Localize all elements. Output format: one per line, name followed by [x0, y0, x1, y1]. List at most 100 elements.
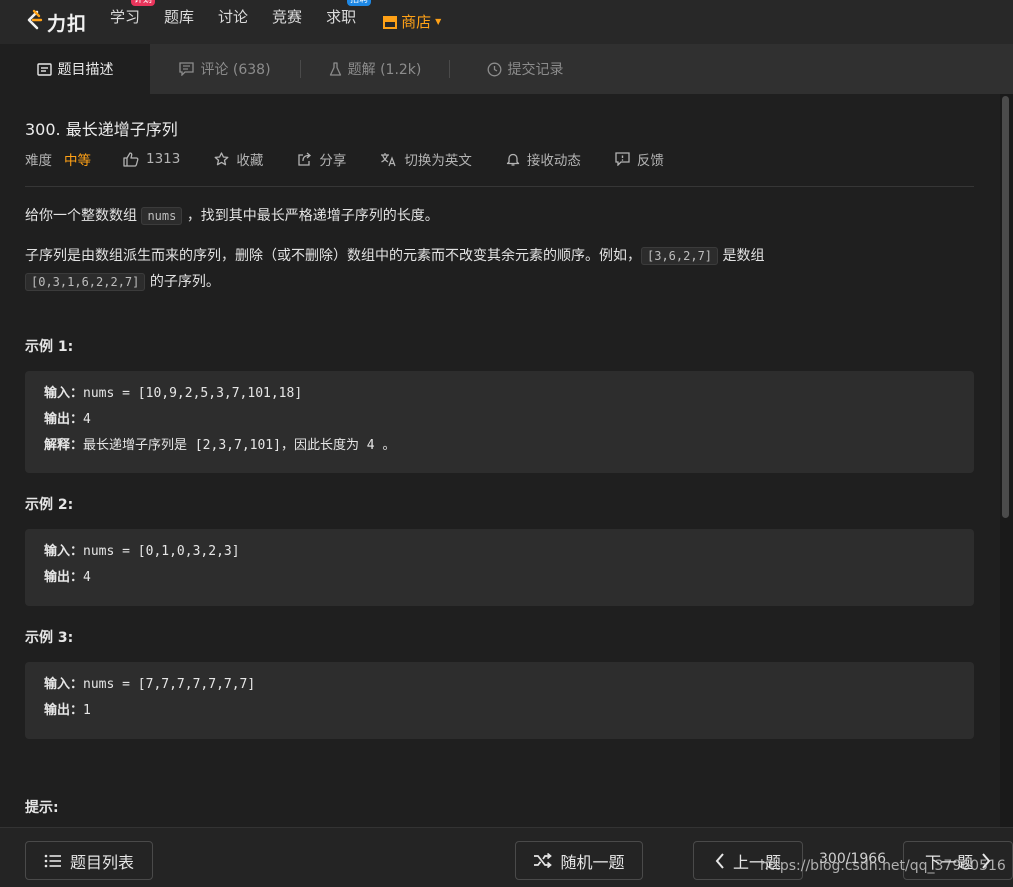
like-button[interactable]: 1313 — [123, 151, 180, 167]
explanation-label: 解释： — [44, 438, 84, 453]
switch-language-label: 切换为英文 — [404, 153, 472, 169]
nav-jobs[interactable]: 求职 招聘 — [326, 0, 372, 44]
like-count: 1313 — [146, 151, 181, 167]
output-value: 4 — [83, 570, 91, 585]
example-1-block: 输入：nums = [10,9,2,5,3,7,101,18] 输出：4 解释：… — [25, 371, 974, 473]
nav-contest[interactable]: 竞赛 — [272, 0, 302, 44]
problem-description-panel: 300. 最长递增子序列 难度 中等 1313 收藏 分享 切换为英文 接收动态… — [0, 94, 1000, 827]
divider — [25, 186, 974, 187]
example-2-block: 输入：nums = [0,1,0,3,2,3] 输出：4 — [25, 529, 974, 606]
comment-icon — [179, 62, 195, 76]
problem-list-label: 题目列表 — [69, 852, 134, 872]
nav-store[interactable]: 商店 ▼ — [382, 0, 441, 44]
scrollbar-thumb[interactable] — [1002, 96, 1009, 518]
input-label: 输入： — [44, 677, 84, 692]
subscribe-label: 接收动态 — [526, 153, 581, 169]
chevron-left-icon — [715, 852, 725, 869]
description-icon — [36, 62, 52, 76]
watermark: https://blog.csdn.net/qq_37960516 — [760, 858, 1006, 874]
tab-comments-label: 评论 (638) — [200, 62, 271, 78]
bell-icon — [506, 152, 520, 167]
feedback-icon — [615, 152, 630, 166]
description-paragraph-1: 给你一个整数数组 nums ，找到其中最长严格递增子序列的长度。 — [25, 203, 925, 229]
tab-comments[interactable]: 评论 (638) — [150, 44, 300, 94]
example-2-output: 输出：4 — [44, 565, 955, 591]
problem-list-button[interactable]: 题目列表 — [25, 841, 153, 880]
desc-text: 给你一个整数数组 — [25, 208, 137, 224]
input-label: 输入： — [44, 386, 84, 401]
output-value: 1 — [83, 703, 91, 718]
explanation-code: 4 — [366, 438, 375, 453]
example-1-output: 输出：4 — [44, 407, 955, 433]
tab-description-label: 题目描述 — [57, 62, 114, 78]
desc-text: ，找到其中最长严格递增子序列的长度。 — [186, 208, 439, 224]
leetcode-logo-icon — [24, 9, 44, 35]
inline-code: nums — [141, 207, 183, 225]
star-icon — [214, 152, 229, 166]
example-1-title: 示例 1: — [25, 339, 74, 355]
inline-code: [0,3,1,6,2,2,7] — [25, 273, 146, 291]
description-paragraph-2: 子序列是由数组派生而来的序列，删除（或不删除）数组中的元素而不改变其余元素的顺序… — [25, 243, 895, 295]
nav-problems[interactable]: 题库 — [164, 0, 194, 44]
tab-submissions-label: 提交记录 — [507, 62, 564, 78]
desc-text: 是数组 — [722, 248, 765, 264]
logo-text: 力扣 — [47, 12, 88, 35]
nav-study-badge: 计划 — [131, 0, 156, 6]
example-3-output: 输出：1 — [44, 698, 955, 724]
bottom-bar: 题目列表 随机一题 上一题 300/1966 下一题 — [0, 827, 1013, 887]
tab-description[interactable]: 题目描述 — [0, 44, 150, 94]
thumbs-up-icon — [123, 151, 139, 167]
random-problem-button[interactable]: 随机一题 — [515, 841, 643, 880]
example-1-explanation: 解释：最长递增子序列是 [2,3,7,101]，因此长度为 4 。 — [44, 433, 955, 459]
problem-meta: 难度 中等 1313 收藏 分享 切换为英文 接收动态 反馈 — [25, 149, 698, 169]
subscribe-button[interactable]: 接收动态 — [506, 149, 581, 169]
nav-discuss-label: 讨论 — [218, 8, 249, 26]
favorite-label: 收藏 — [236, 153, 264, 169]
input-value: nums = [10,9,2,5,3,7,101,18] — [83, 386, 303, 401]
desc-text: 的子序列。 — [149, 274, 220, 290]
problem-title: 300. 最长递增子序列 — [25, 120, 178, 139]
chevron-down-icon: ▼ — [435, 17, 442, 26]
example-3-input: 输入：nums = [7,7,7,7,7,7,7] — [44, 672, 955, 698]
flask-icon — [329, 61, 342, 77]
nav-contest-label: 竞赛 — [272, 8, 303, 26]
feedback-button[interactable]: 反馈 — [615, 149, 664, 169]
output-label: 输出： — [44, 703, 84, 718]
output-label: 输出： — [44, 570, 84, 585]
nav-jobs-label: 求职 — [326, 8, 357, 26]
difficulty-badge: 中等 — [64, 153, 91, 169]
nav-study[interactable]: 学习 计划 — [110, 0, 156, 44]
output-label: 输出： — [44, 412, 84, 427]
example-3-block: 输入：nums = [7,7,7,7,7,7,7] 输出：1 — [25, 662, 974, 739]
nav-problems-label: 题库 — [164, 8, 195, 26]
list-icon — [44, 854, 62, 868]
random-problem-label: 随机一题 — [560, 852, 625, 872]
translate-icon — [380, 152, 397, 167]
logo[interactable]: 力扣 — [24, 9, 100, 36]
example-3-title: 示例 3: — [25, 630, 74, 646]
tab-solutions[interactable]: 题解 (1.2k) — [301, 44, 449, 94]
share-label: 分享 — [319, 153, 347, 169]
share-icon — [297, 152, 312, 166]
shuffle-icon — [533, 853, 553, 868]
tab-solutions-label: 题解 (1.2k) — [347, 62, 422, 78]
top-nav: 力扣 学习 计划 题库 讨论 竞赛 求职 招聘 商店 ▼ — [0, 0, 1013, 44]
explanation-text: 。 — [382, 438, 396, 453]
output-value: 4 — [83, 412, 91, 427]
input-label: 输入： — [44, 544, 84, 559]
example-2-title: 示例 2: — [25, 497, 74, 513]
favorite-button[interactable]: 收藏 — [214, 149, 263, 169]
share-button[interactable]: 分享 — [297, 149, 346, 169]
nav-study-label: 学习 — [110, 8, 141, 26]
nav-store-label: 商店 — [401, 13, 432, 31]
tab-submissions[interactable]: 提交记录 — [450, 44, 600, 94]
nav-jobs-badge: 招聘 — [347, 0, 372, 6]
explanation-code: [2,3,7,101] — [194, 438, 281, 453]
feedback-label: 反馈 — [636, 153, 664, 169]
nav-discuss[interactable]: 讨论 — [218, 0, 248, 44]
example-1-input: 输入：nums = [10,9,2,5,3,7,101,18] — [44, 381, 955, 407]
hints-title: 提示: — [25, 800, 59, 816]
difficulty-label: 难度 — [25, 153, 52, 169]
input-value: nums = [0,1,0,3,2,3] — [83, 544, 240, 559]
switch-language-button[interactable]: 切换为英文 — [380, 149, 472, 169]
